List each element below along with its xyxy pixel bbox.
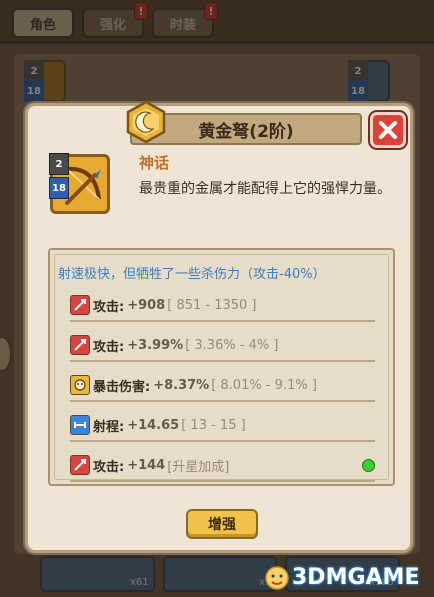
stat-label: 攻击: (93, 299, 125, 315)
crossbow-item-icon: 2 18 (49, 153, 110, 214)
item-detail-modal: 黄金弩(2阶) 2 18 神话 最贵重的金属才能配得上它的强悍力量。 射速极快，… (25, 100, 413, 553)
item-title: 黄金弩(2阶) (198, 121, 294, 142)
stat-label: 攻击: (93, 459, 125, 475)
stat-label: 暴击伤害: (93, 379, 151, 395)
stat-value: +908 (127, 297, 166, 313)
stat-value: +3.99% (127, 337, 184, 353)
crit-damage-icon (70, 375, 90, 395)
stat-row: 射程: +14.65 [ 13 - 15 ] (70, 410, 375, 442)
stats-panel: 射速极快，但牺牲了一些杀伤力（攻击-40%） 攻击: +908 [ 851 - … (48, 248, 395, 486)
item-rarity: 神话 (139, 154, 170, 172)
stat-range: [ 851 - 1350 ] (167, 297, 257, 313)
site-watermark: 3DMGAME (262, 560, 432, 594)
stat-value: +144 (127, 457, 166, 473)
stat-row: 暴击伤害: +8.37% [ 8.01% - 9.1% ] (70, 370, 375, 402)
attack-icon (70, 455, 90, 475)
stat-label: 射程: (93, 419, 125, 435)
stat-row: 攻击: +3.99% [ 3.36% - 4% ] (70, 330, 375, 362)
stat-value: +14.65 (127, 417, 180, 433)
item-level-badge: 18 (49, 177, 69, 199)
close-icon (379, 121, 397, 139)
attack-icon (70, 335, 90, 355)
watermark-text: 3DMGAME (292, 564, 420, 590)
stat-range: [ 13 - 15 ] (181, 417, 246, 433)
active-indicator-dot (362, 459, 375, 472)
attack-icon (70, 295, 90, 315)
stats-panel-inner (54, 254, 389, 480)
stat-range: [升星加成] (167, 459, 230, 475)
stat-label: 攻击: (93, 339, 125, 355)
stats-headline: 射速极快，但牺牲了一些杀伤力（攻击-40%） (58, 267, 326, 282)
item-stars-badge: 2 (49, 153, 69, 175)
stat-range: [ 3.36% - 4% ] (185, 337, 279, 353)
close-button[interactable] (370, 112, 406, 148)
moon-rank-icon (126, 100, 166, 144)
stat-row: 攻击: +144 [升星加成] (70, 450, 375, 482)
mascot-logo-icon (265, 566, 289, 590)
enhance-button[interactable]: 增强 (186, 509, 258, 539)
range-icon (70, 415, 90, 435)
stat-row: 攻击: +908 [ 851 - 1350 ] (70, 290, 375, 322)
stat-value: +8.37% (153, 377, 210, 393)
item-description: 最贵重的金属才能配得上它的强悍力量。 (139, 181, 391, 197)
stat-range: [ 8.01% - 9.1% ] (211, 377, 317, 393)
